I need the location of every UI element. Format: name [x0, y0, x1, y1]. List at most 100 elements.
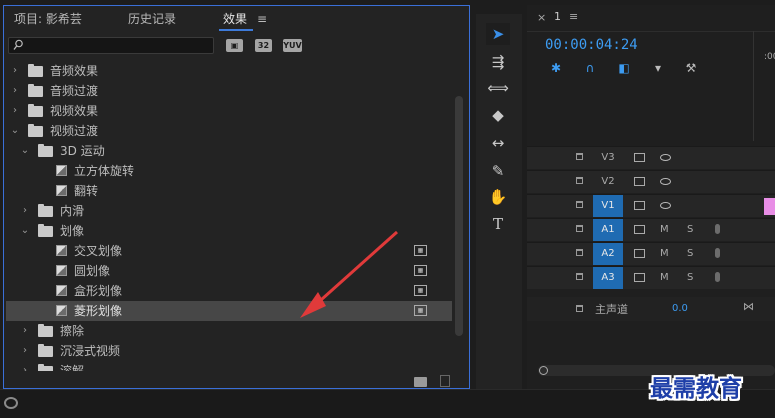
effects-folder-row[interactable]: ⌄ 划像 [6, 221, 452, 241]
sync-lock-icon[interactable] [634, 153, 645, 162]
accelerated-effects-icon[interactable]: ▣ [226, 39, 243, 52]
chevron-down-icon[interactable]: ⌄ [10, 121, 20, 141]
razor-icon[interactable]: ◆ [486, 104, 510, 126]
close-sequence-icon[interactable]: × [537, 11, 546, 24]
selection-tool-icon[interactable]: ➤ [486, 23, 510, 45]
lock-icon[interactable] [576, 201, 583, 208]
solo-button[interactable]: S [687, 243, 693, 265]
solo-button[interactable]: S [687, 219, 693, 241]
effects-folder-row[interactable]: › 溶解 [6, 361, 452, 371]
effects-folder-row[interactable]: ⌄ 视频过渡 [6, 121, 452, 141]
yuv-badge-icon: ▦ [414, 265, 427, 276]
sync-lock-icon[interactable] [634, 225, 645, 234]
sync-lock-icon[interactable] [634, 249, 645, 258]
folder-icon [28, 84, 43, 97]
settings-wrench-icon[interactable]: ⚒ [683, 61, 699, 75]
tab-project[interactable]: 项目: 影希芸 [14, 10, 82, 27]
microphone-icon[interactable] [715, 248, 720, 258]
panel-menu-icon[interactable]: ≡ [257, 12, 267, 26]
chevron-right-icon[interactable]: › [20, 341, 30, 361]
track-target-button[interactable]: A2 [593, 243, 623, 265]
track-target-button[interactable]: A1 [593, 219, 623, 241]
chevron-down-icon[interactable]: ⌄ [20, 221, 30, 241]
chevron-right-icon[interactable]: › [20, 321, 30, 341]
track-target-button[interactable]: A3 [593, 267, 623, 289]
effect-row[interactable]: 翻转 [6, 181, 452, 201]
master-volume-value[interactable]: 0.0 [672, 303, 688, 314]
yuv-badge-icon: ▦ [414, 305, 427, 316]
effects-folder-row[interactable]: › 音频过渡 [6, 81, 452, 101]
eye-icon[interactable] [660, 178, 671, 185]
microphone-icon[interactable] [715, 272, 720, 282]
track-select-icon[interactable]: ⇶ [486, 51, 510, 73]
folder-icon [38, 364, 53, 371]
chevron-down-icon[interactable]: ⌄ [20, 141, 30, 161]
chevron-right-icon[interactable]: › [20, 361, 30, 371]
sync-lock-icon[interactable] [634, 273, 645, 282]
track-target-button[interactable]: V3 [593, 147, 623, 169]
lock-icon[interactable] [576, 225, 583, 232]
search-input[interactable] [8, 37, 214, 54]
new-bin-icon[interactable] [414, 377, 427, 387]
eye-icon[interactable] [660, 202, 671, 209]
track-target-button[interactable]: V2 [593, 171, 623, 193]
eye-icon[interactable] [660, 154, 671, 161]
lock-icon[interactable] [576, 177, 583, 184]
lock-icon[interactable] [576, 273, 583, 280]
sequence-tab[interactable]: 1 [554, 10, 561, 23]
track-target-button[interactable]: V1 [593, 195, 623, 217]
32bit-effects-button[interactable]: 32 [255, 39, 272, 52]
effects-folder-row[interactable]: › 音频效果 [6, 61, 452, 81]
ripple-edit-icon[interactable]: ⟺ [486, 77, 510, 99]
mute-button[interactable]: M [660, 267, 669, 289]
trash-icon[interactable] [440, 375, 450, 387]
tab-effects[interactable]: 效果 [223, 10, 247, 27]
creative-cloud-icon[interactable] [4, 397, 18, 409]
chevron-right-icon[interactable]: › [20, 201, 30, 221]
hand-tool-icon[interactable]: ✋ [486, 186, 510, 208]
sync-lock-icon[interactable] [634, 201, 645, 210]
effect-row[interactable]: 交叉划像 ▦ [6, 241, 452, 261]
effects-folder-row[interactable]: › 擦除 [6, 321, 452, 341]
effect-row[interactable]: 菱形划像 ▦ [6, 301, 452, 321]
yuv-effects-button[interactable]: YUV [283, 39, 302, 52]
chevron-right-icon[interactable]: › [10, 101, 20, 121]
tab-history[interactable]: 历史记录 [128, 10, 176, 27]
playhead-timecode[interactable]: 00:00:04:24 [545, 37, 638, 53]
effects-folder-row[interactable]: ⌄ 3D 运动 [6, 141, 452, 161]
sequence-menu-icon[interactable]: ≡ [569, 10, 578, 23]
zoom-handle[interactable] [539, 366, 548, 375]
linked-selection-icon[interactable]: ◧ [616, 61, 632, 75]
pen-tool-icon[interactable]: ✎ [486, 160, 510, 182]
go-to-end-icon[interactable]: ⋈ [743, 300, 754, 313]
snap-magnet-icon[interactable]: ∩ [582, 61, 598, 75]
type-tool-icon[interactable]: T [486, 213, 510, 235]
solo-button[interactable]: S [687, 267, 693, 289]
microphone-icon[interactable] [715, 224, 720, 234]
lock-icon[interactable] [576, 249, 583, 256]
chevron-right-icon[interactable]: › [10, 81, 20, 101]
add-marker-icon[interactable]: ▾ [650, 61, 666, 75]
effects-folder-row[interactable]: › 内滑 [6, 201, 452, 221]
effect-row[interactable]: 盒形划像 ▦ [6, 281, 452, 301]
chevron-right-icon[interactable]: › [10, 61, 20, 81]
effect-row[interactable]: 立方体旋转 [6, 161, 452, 181]
row-label: 视频效果 [50, 104, 99, 118]
ruler-divider [753, 31, 754, 141]
mute-button[interactable]: M [660, 219, 669, 241]
lock-icon[interactable] [576, 305, 583, 312]
row-label: 擦除 [60, 324, 85, 338]
video-clip[interactable] [764, 198, 775, 215]
lock-icon[interactable] [576, 153, 583, 160]
scrollbar[interactable] [455, 96, 463, 336]
effect-row[interactable]: 圆划像 ▦ [6, 261, 452, 281]
sync-lock-icon[interactable] [634, 177, 645, 186]
nest-icon[interactable]: ✱ [548, 61, 564, 75]
effects-folder-row[interactable]: › 视频效果 [6, 101, 452, 121]
track-a2: A2 M S [527, 242, 775, 265]
mute-button[interactable]: M [660, 243, 669, 265]
effects-folder-row[interactable]: › 沉浸式视频 [6, 341, 452, 361]
row-label: 圆划像 [74, 264, 111, 278]
track-v2: V2 [527, 170, 775, 193]
slip-tool-icon[interactable]: ↔ [486, 132, 510, 154]
